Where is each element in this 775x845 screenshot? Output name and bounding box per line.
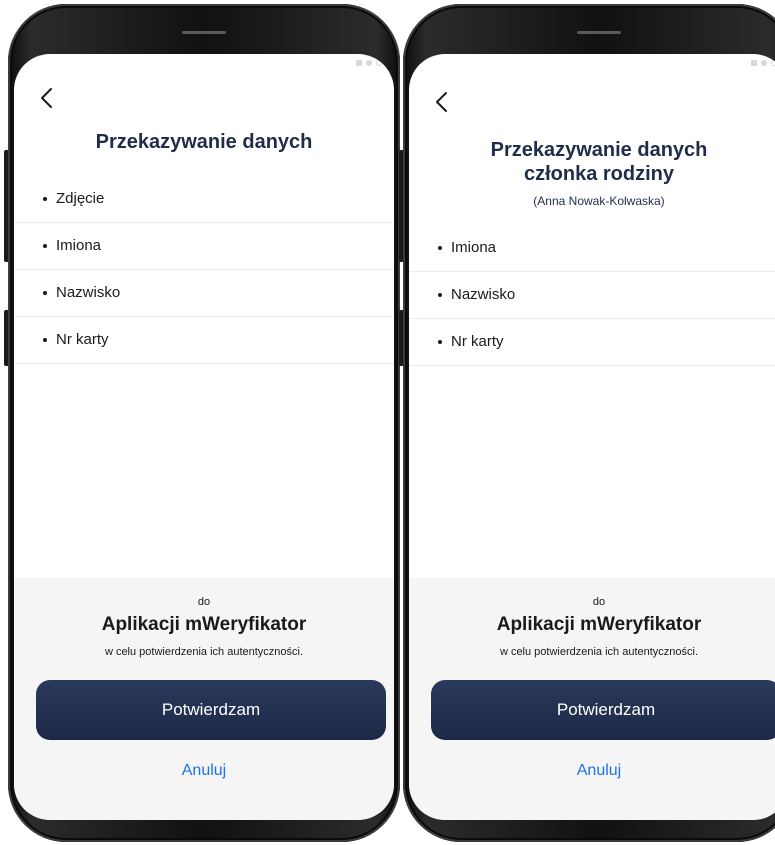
- signal-icon: [356, 60, 362, 66]
- destination-prefix: do: [592, 596, 606, 608]
- status-bar: [751, 60, 775, 66]
- volume-button: [4, 150, 8, 262]
- data-items-list: Zdjęcie Imiona Nazwisko Nr karty: [14, 176, 394, 364]
- comparison-stage: Przekazywanie danych Zdjęcie Imiona Nazw…: [0, 0, 775, 845]
- page-title: Przekazywanie danych: [95, 131, 313, 153]
- confirm-button[interactable]: Potwierdzam: [36, 680, 386, 740]
- earpiece-speaker: [577, 31, 621, 34]
- back-arrow-icon[interactable]: [34, 84, 62, 112]
- bixby-button: [399, 310, 403, 366]
- confirmation-panel: do Aplikacji mWeryfikator w celu potwier…: [409, 578, 775, 820]
- list-item: Nazwisko: [409, 272, 775, 319]
- page-title-line1: Przekazywanie danych: [490, 139, 708, 161]
- battery-icon: [761, 60, 767, 66]
- confirm-button[interactable]: Potwierdzam: [431, 680, 775, 740]
- confirmation-panel: do Aplikacji mWeryfikator w celu potwier…: [14, 578, 394, 820]
- bixby-button: [4, 310, 8, 366]
- app-screen: Przekazywanie danych Zdjęcie Imiona Nazw…: [14, 54, 394, 820]
- family-member-name: (Anna Nowak-Kolwaska): [533, 194, 665, 208]
- phone-mockup-right: Przekazywanie danych członka rodziny (An…: [399, 4, 775, 842]
- cancel-link[interactable]: Anuluj: [14, 762, 394, 780]
- app-screen: Przekazywanie danych członka rodziny (An…: [409, 54, 775, 820]
- volume-button: [399, 150, 403, 262]
- list-item: Nr karty: [14, 317, 394, 364]
- earpiece-speaker: [182, 31, 226, 34]
- data-items-list: Imiona Nazwisko Nr karty: [409, 225, 775, 366]
- list-item: Nr karty: [409, 319, 775, 366]
- list-item: Imiona: [409, 225, 775, 272]
- status-bar: [356, 60, 382, 66]
- back-arrow-icon[interactable]: [429, 88, 457, 116]
- page-title-line2: członka rodziny: [523, 163, 675, 185]
- list-item: Zdjęcie: [14, 176, 394, 223]
- purpose-text: w celu potwierdzenia ich autentyczności.: [499, 646, 699, 658]
- cancel-link[interactable]: Anuluj: [409, 762, 775, 780]
- phone-mockup-left: Przekazywanie danych Zdjęcie Imiona Nazw…: [4, 4, 400, 842]
- recipient-app-name: Aplikacji mWeryfikator: [496, 614, 702, 635]
- destination-prefix: do: [197, 596, 211, 608]
- wifi-icon: [771, 60, 775, 66]
- signal-icon: [751, 60, 757, 66]
- recipient-app-name: Aplikacji mWeryfikator: [101, 614, 307, 635]
- list-item: Imiona: [14, 223, 394, 270]
- battery-icon: [366, 60, 372, 66]
- wifi-icon: [376, 60, 382, 66]
- list-item: Nazwisko: [14, 270, 394, 317]
- purpose-text: w celu potwierdzenia ich autentyczności.: [104, 646, 304, 658]
